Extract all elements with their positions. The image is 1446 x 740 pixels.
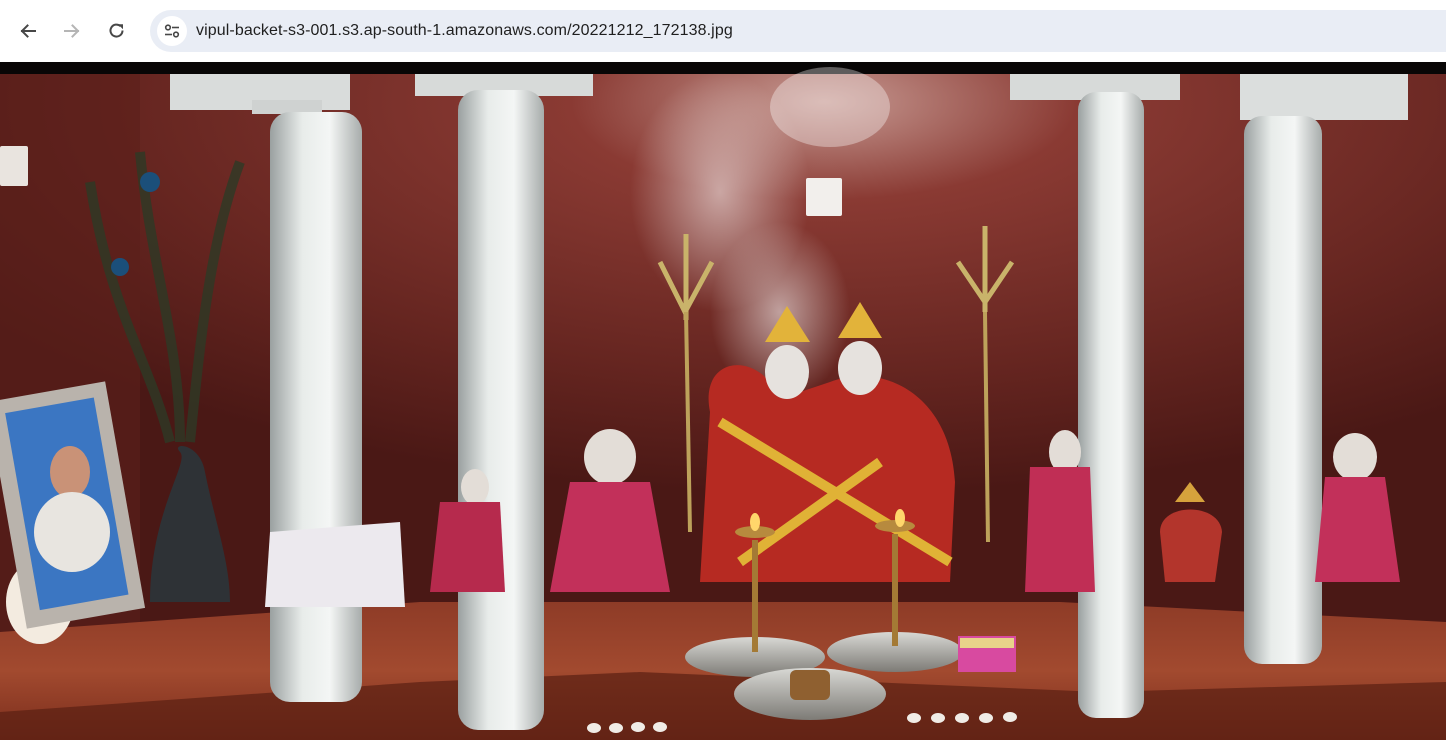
image-viewport <box>0 62 1446 740</box>
forward-button[interactable] <box>54 13 90 49</box>
arrow-left-icon <box>20 24 36 38</box>
temple-photo <box>0 62 1446 740</box>
reload-icon <box>109 23 124 38</box>
tune-icon <box>164 24 180 38</box>
back-button[interactable] <box>10 13 46 49</box>
address-bar[interactable]: vipul-backet-s3-001.s3.ap-south-1.amazon… <box>150 10 1446 52</box>
reload-button[interactable] <box>99 13 135 49</box>
browser-toolbar: vipul-backet-s3-001.s3.ap-south-1.amazon… <box>0 0 1446 62</box>
site-info-button[interactable] <box>157 16 187 46</box>
url-text[interactable]: vipul-backet-s3-001.s3.ap-south-1.amazon… <box>196 10 733 52</box>
arrow-right-icon <box>64 24 80 38</box>
